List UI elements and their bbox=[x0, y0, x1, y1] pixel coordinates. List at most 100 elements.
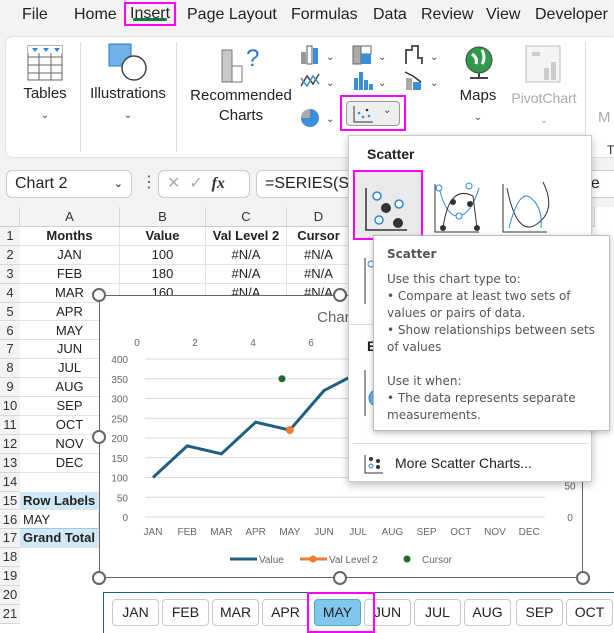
chevron-down-icon: ⌄ bbox=[40, 110, 50, 121]
resize-handle[interactable] bbox=[92, 288, 106, 302]
header-cell[interactable]: Cursor bbox=[287, 227, 351, 246]
select-all[interactable] bbox=[0, 207, 20, 227]
row-header[interactable]: 3 bbox=[0, 264, 20, 284]
more-scatter-charts-label: More Scatter Charts... bbox=[395, 455, 532, 471]
row-header[interactable]: 6 bbox=[0, 321, 20, 341]
row-header[interactable]: 12 bbox=[0, 434, 20, 454]
tab-review[interactable]: Review bbox=[421, 6, 473, 24]
header-cell[interactable]: Months bbox=[20, 227, 120, 246]
x-tick-label: DEC bbox=[519, 527, 540, 538]
more-scatter-charts-item[interactable]: More Scatter Charts... bbox=[359, 453, 579, 477]
slicer-item-apr[interactable]: APR bbox=[262, 599, 309, 626]
row-header[interactable]: 18 bbox=[0, 548, 20, 568]
recommended-charts-button[interactable]: Recommended Charts bbox=[186, 86, 296, 126]
slicer-item-oct[interactable]: OCT bbox=[566, 599, 613, 626]
table-cell[interactable]: 180 bbox=[120, 264, 206, 284]
scatter-option[interactable] bbox=[353, 170, 423, 240]
column-chart-icon bbox=[301, 45, 318, 65]
pivotchart-button[interactable]: PivotChart ⌄ bbox=[506, 88, 582, 131]
tab-formulas[interactable]: Formulas bbox=[291, 6, 358, 24]
row-header[interactable]: 4 bbox=[0, 283, 20, 303]
row-header[interactable]: 15 bbox=[0, 491, 20, 511]
scatter-chart-button[interactable]: ⌄ bbox=[346, 101, 400, 126]
tooltip-title: Scatter bbox=[387, 247, 437, 261]
tab-page-layout[interactable]: Page Layout bbox=[187, 6, 277, 24]
more-options-icon[interactable]: ⋮ bbox=[141, 172, 157, 192]
header-cell[interactable]: Val Level 2 bbox=[206, 227, 287, 246]
tab-developer[interactable]: Developer bbox=[535, 6, 608, 24]
row-header[interactable]: 2 bbox=[0, 245, 20, 265]
resize-handle[interactable] bbox=[92, 571, 106, 585]
x-tick-label: MAR bbox=[210, 527, 232, 538]
row-header[interactable]: 20 bbox=[0, 586, 20, 605]
row-header[interactable]: 8 bbox=[0, 359, 20, 379]
scatter-icon bbox=[353, 106, 373, 123]
table-cell[interactable]: #N/A bbox=[287, 245, 351, 265]
tooltip-text: Use this chart type to: bbox=[387, 272, 521, 286]
resize-handle[interactable] bbox=[333, 288, 347, 302]
tab-home[interactable]: Home bbox=[74, 6, 117, 24]
row-header[interactable]: 14 bbox=[0, 472, 20, 492]
tab-data[interactable]: Data bbox=[373, 6, 407, 24]
slicer-item-feb[interactable]: FEB bbox=[162, 599, 209, 626]
tab-view[interactable]: View bbox=[486, 6, 520, 24]
table-cell[interactable]: #N/A bbox=[206, 245, 287, 265]
tables-button[interactable]: Tables ⌄ bbox=[20, 84, 70, 126]
column-header[interactable]: B bbox=[120, 207, 206, 227]
table-cell[interactable]: FEB bbox=[20, 264, 120, 284]
slicer-item-jul[interactable]: JUL bbox=[414, 599, 461, 626]
column-header[interactable]: D bbox=[287, 207, 351, 227]
pivotchart-icon bbox=[525, 45, 561, 83]
slicer-item-aug[interactable]: AUG bbox=[464, 599, 511, 626]
resize-handle[interactable] bbox=[92, 430, 106, 444]
x2-tick-label: 4 bbox=[250, 338, 256, 349]
insert-function-icon[interactable]: fx bbox=[212, 175, 225, 192]
row-header[interactable]: 9 bbox=[0, 378, 20, 398]
table-cell[interactable]: 100 bbox=[120, 245, 206, 265]
header-cell[interactable]: Value bbox=[120, 227, 206, 246]
column-header[interactable]: C bbox=[206, 207, 287, 227]
tooltip-text: Use it when: bbox=[387, 374, 462, 388]
chevron-down-icon: ⌄ bbox=[113, 178, 123, 190]
table-cell[interactable]: JAN bbox=[20, 245, 120, 265]
row-header[interactable]: 5 bbox=[0, 302, 20, 322]
row-header[interactable]: 11 bbox=[0, 416, 20, 435]
enter-icon[interactable]: ✓ bbox=[189, 175, 202, 192]
scatter-smooth-lines-markers-icon[interactable] bbox=[433, 174, 483, 236]
row-header[interactable]: 13 bbox=[0, 453, 20, 473]
resize-handle[interactable] bbox=[576, 571, 590, 585]
table-cell[interactable]: #N/A bbox=[206, 264, 287, 284]
cancel-icon[interactable]: ✕ bbox=[167, 175, 180, 192]
slicer-item-mar[interactable]: MAR bbox=[212, 599, 259, 626]
x-tick-label: SEP bbox=[417, 527, 437, 538]
row-header[interactable]: 21 bbox=[0, 605, 20, 624]
pivot-value[interactable]: MAY bbox=[20, 510, 99, 530]
y-tick-label: 300 bbox=[111, 395, 128, 406]
column-header[interactable]: A bbox=[20, 207, 120, 227]
tooltip-text: • Compare at least two sets of values or… bbox=[387, 289, 571, 320]
partial-label: M bbox=[598, 109, 611, 126]
row-header[interactable]: 7 bbox=[0, 340, 20, 360]
legend-value: Value bbox=[259, 555, 284, 566]
tab-file[interactable]: File bbox=[22, 6, 48, 24]
scatter-smooth-lines-icon[interactable] bbox=[501, 174, 551, 236]
row-header[interactable]: 1 bbox=[0, 227, 20, 246]
formula-text: =SERIES(Sh bbox=[265, 175, 358, 192]
slicer-item-jan[interactable]: JAN bbox=[112, 599, 159, 626]
row-header[interactable]: 19 bbox=[0, 567, 20, 587]
name-box[interactable]: Chart 2 ⌄ bbox=[6, 170, 132, 198]
table-cell[interactable]: #N/A bbox=[287, 264, 351, 284]
maps-button[interactable]: Maps ⌄ bbox=[455, 86, 501, 128]
row-header[interactable]: 10 bbox=[0, 397, 20, 416]
scatter-markers-icon bbox=[365, 188, 407, 231]
slicer-item-sep[interactable]: SEP bbox=[516, 599, 563, 626]
svg-text:⌄: ⌄ bbox=[326, 78, 334, 89]
tables-label: Tables bbox=[23, 85, 67, 102]
pivot-grand-total[interactable]: Grand Total bbox=[20, 529, 99, 549]
resize-handle[interactable] bbox=[333, 571, 347, 585]
row-header[interactable]: 17 bbox=[0, 529, 20, 549]
row-header[interactable]: 16 bbox=[0, 510, 20, 530]
tab-insert[interactable]: Insert bbox=[124, 2, 177, 26]
pivot-row-labels[interactable]: Row Labels bbox=[20, 491, 99, 511]
illustrations-button[interactable]: Illustrations ⌄ bbox=[88, 84, 168, 126]
